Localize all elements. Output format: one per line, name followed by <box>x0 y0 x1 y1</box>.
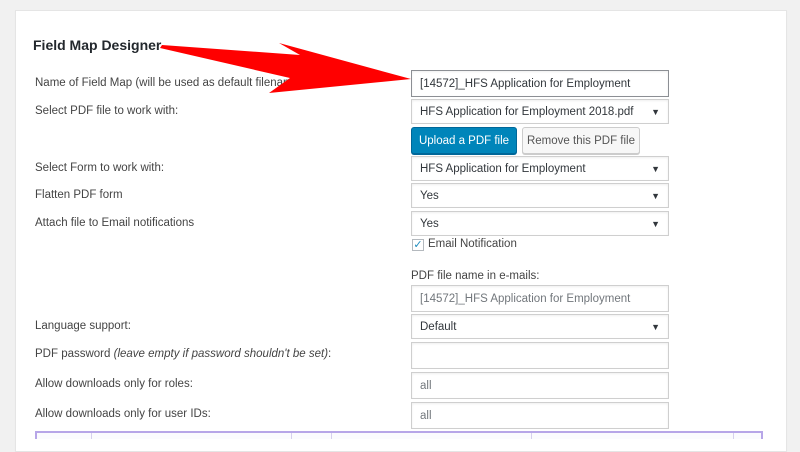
email-notification-checkbox[interactable]: ✓ <box>412 239 424 251</box>
form-select[interactable]: HFS Application for Employment ▼ <box>411 156 669 181</box>
pdf-password-input[interactable] <box>411 342 669 369</box>
attach-select[interactable]: Yes ▼ <box>411 211 669 236</box>
flatten-select[interactable]: Yes ▼ <box>411 183 669 208</box>
email-filename-placeholder: [14572]_HFS Application for Employment <box>420 292 631 305</box>
email-notification-label: Email Notification <box>428 238 517 250</box>
table-column-divider <box>291 433 292 439</box>
table-column-divider <box>91 433 92 439</box>
user-ids-input[interactable]: all <box>411 402 669 429</box>
field-map-name-label: Name of Field Map (will be used as defau… <box>35 77 307 89</box>
field-map-name-input[interactable]: [14572]_HFS Application for Employment <box>411 70 669 97</box>
field-mapping-table <box>35 431 763 439</box>
pdf-file-selected-value: HFS Application for Employment 2018.pdf <box>420 105 634 118</box>
roles-input[interactable]: all <box>411 372 669 399</box>
chevron-down-icon: ▼ <box>651 218 660 229</box>
roles-placeholder: all <box>420 379 432 392</box>
password-label-suffix: : <box>328 348 332 360</box>
remove-pdf-button[interactable]: Remove this PDF file <box>522 127 640 154</box>
email-filename-input[interactable]: [14572]_HFS Application for Employment <box>411 285 669 312</box>
chevron-down-icon: ▼ <box>651 163 660 174</box>
chevron-down-icon: ▼ <box>651 190 660 201</box>
table-column-divider <box>733 433 734 439</box>
language-select[interactable]: Default ▼ <box>411 314 669 339</box>
user-ids-placeholder: all <box>420 409 432 422</box>
form-selected-value: HFS Application for Employment <box>420 162 586 175</box>
roles-label: Allow downloads only for roles: <box>35 378 193 390</box>
language-selected-value: Default <box>420 320 457 333</box>
password-label: PDF password (leave empty if password sh… <box>35 348 331 360</box>
pdf-file-label: Select PDF file to work with: <box>35 105 179 117</box>
form-select-label: Select Form to work with: <box>35 162 165 174</box>
flatten-selected-value: Yes <box>420 189 439 202</box>
field-map-name-value: [14572]_HFS Application for Employment <box>420 77 631 90</box>
flatten-label: Flatten PDF form <box>35 189 123 201</box>
pdf-file-select[interactable]: HFS Application for Employment 2018.pdf … <box>411 99 669 124</box>
upload-pdf-button[interactable]: Upload a PDF file <box>411 127 517 154</box>
password-label-text: PDF password <box>35 348 111 360</box>
attach-selected-value: Yes <box>420 217 439 230</box>
language-label: Language support: <box>35 320 131 332</box>
table-column-divider <box>531 433 532 439</box>
password-hint: (leave empty if password shouldn't be se… <box>113 348 329 360</box>
chevron-down-icon: ▼ <box>651 106 660 117</box>
checkmark-icon: ✓ <box>413 239 423 251</box>
user-ids-label: Allow downloads only for user IDs: <box>35 408 211 420</box>
attach-label: Attach file to Email notifications <box>35 217 195 229</box>
email-filename-label: PDF file name in e-mails: <box>411 270 540 282</box>
chevron-down-icon: ▼ <box>651 321 660 332</box>
page-title: Field Map Designer <box>33 37 162 53</box>
table-column-divider <box>331 433 332 439</box>
